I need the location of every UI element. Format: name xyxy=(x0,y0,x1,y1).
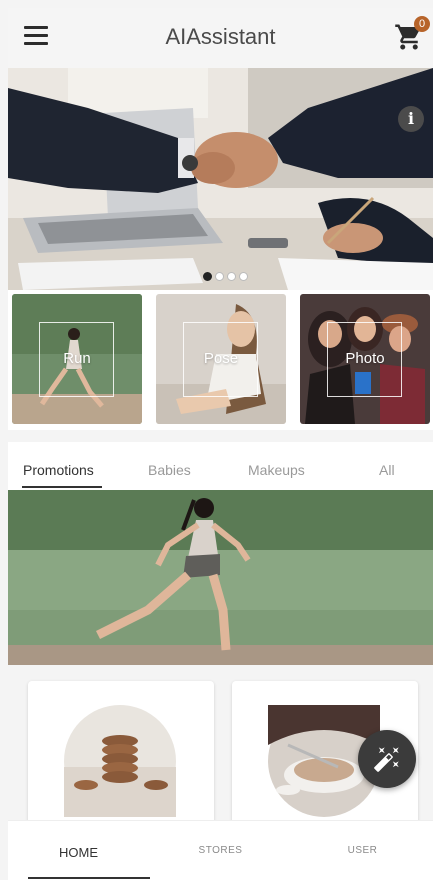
top-app-bar: AIAssistant 0 xyxy=(8,8,433,68)
carousel-dot[interactable] xyxy=(203,272,212,281)
magic-wand-icon xyxy=(374,747,399,772)
nav-home-label: HOME xyxy=(59,845,98,860)
category-row: Run Pose Photo xyxy=(12,294,432,426)
hero-carousel[interactable]: i xyxy=(8,68,433,290)
section-divider xyxy=(8,430,433,442)
tab-all[interactable]: All xyxy=(379,462,395,478)
info-icon[interactable]: i xyxy=(398,106,424,132)
category-tabs: Promotions Babies Makeups All xyxy=(8,442,433,490)
tab-promotions[interactable]: Promotions xyxy=(23,462,94,478)
category-label: Photo xyxy=(345,350,385,367)
magic-wand-fab[interactable] xyxy=(358,730,416,788)
runner-promo-image xyxy=(8,490,433,665)
carousel-dot[interactable] xyxy=(215,272,224,281)
active-tab-indicator xyxy=(22,486,102,488)
category-label: Run xyxy=(63,350,91,367)
app-screen: AIAssistant 0 i Run Pose Photo Promotion… xyxy=(8,8,433,880)
product-card-cookies[interactable] xyxy=(28,681,214,831)
cart-count-badge: 0 xyxy=(414,16,430,32)
nav-stores[interactable]: STORES xyxy=(150,821,291,880)
nav-stores-label: STORES xyxy=(198,845,243,856)
tab-makeups[interactable]: Makeups xyxy=(248,462,305,478)
carousel-dot[interactable] xyxy=(227,272,236,281)
category-tile-pose[interactable]: Pose xyxy=(156,294,286,424)
category-tile-photo[interactable]: Photo xyxy=(300,294,430,424)
nav-user[interactable]: USER xyxy=(292,821,433,880)
hero-handshake-image xyxy=(8,68,433,290)
category-label: Pose xyxy=(203,350,239,367)
carousel-indicator xyxy=(203,272,248,282)
app-title: AIAssistant xyxy=(165,24,276,49)
cookies-product-image xyxy=(64,705,176,817)
tab-babies[interactable]: Babies xyxy=(148,462,191,478)
category-tile-run[interactable]: Run xyxy=(12,294,142,424)
shopping-cart-button[interactable]: 0 xyxy=(394,16,430,52)
promotion-banner[interactable] xyxy=(8,490,433,665)
carousel-dot[interactable] xyxy=(239,272,248,281)
active-nav-indicator xyxy=(28,877,150,879)
nav-home[interactable]: HOME xyxy=(8,821,149,880)
bottom-navigation: HOME STORES USER xyxy=(8,820,433,880)
nav-user-label: USER xyxy=(347,845,378,856)
